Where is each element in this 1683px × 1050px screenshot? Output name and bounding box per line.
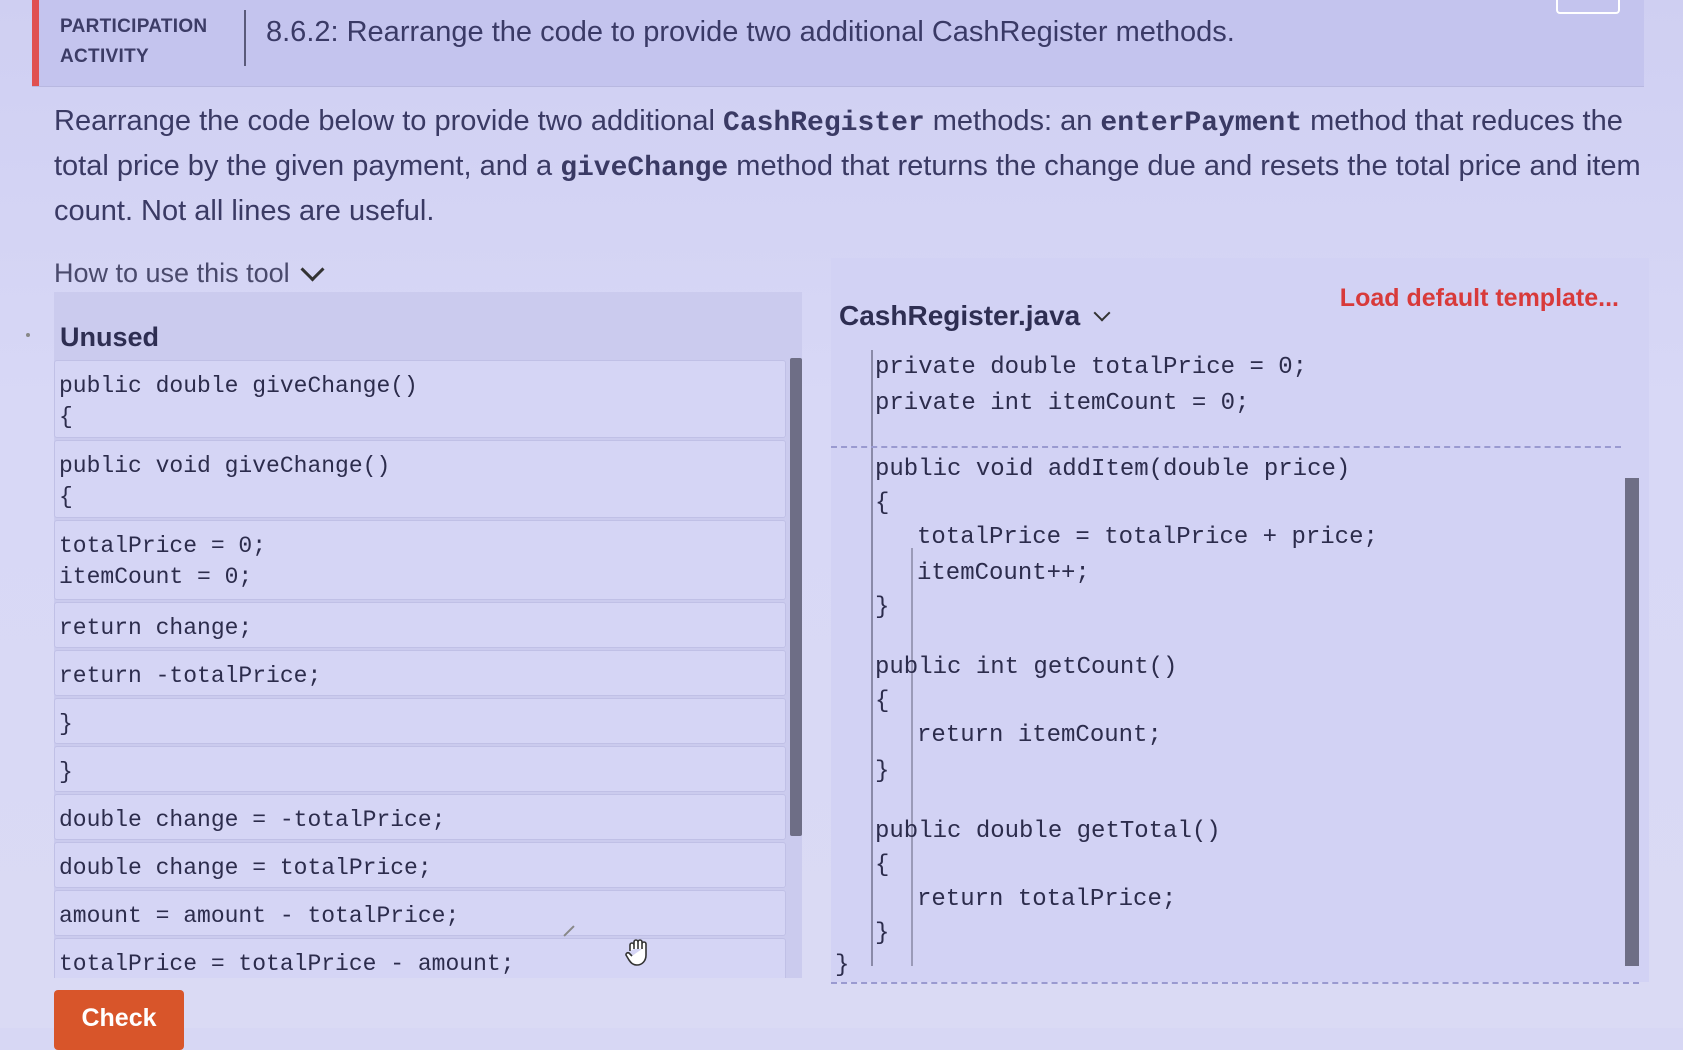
file-name: CashRegister.java xyxy=(839,300,1081,331)
code-line[interactable]: { xyxy=(875,688,889,715)
code-block[interactable]: public void giveChange() { xyxy=(54,440,786,518)
code-block[interactable]: } xyxy=(54,698,786,744)
code-line[interactable]: } xyxy=(875,594,889,621)
indent-guide xyxy=(871,350,873,966)
instructions-text: Rearrange the code below to provide two … xyxy=(54,105,724,137)
header-accent-bar xyxy=(32,0,39,86)
code-line[interactable]: private double totalPrice = 0; xyxy=(875,354,1307,381)
code-block[interactable]: totalPrice = 0; itemCount = 0; xyxy=(54,520,786,600)
how-to-label: How to use this tool xyxy=(54,258,290,288)
unused-title: Unused xyxy=(60,322,160,352)
collapse-toggle[interactable] xyxy=(1556,0,1620,14)
code-block[interactable]: public double giveChange() { xyxy=(54,360,786,438)
code-block[interactable]: amount = amount - totalPrice; xyxy=(54,890,786,936)
activity-header: PARTICIPATION ACTIVITY 8.6.2: Rearrange … xyxy=(32,0,1644,87)
code-line[interactable]: itemCount++; xyxy=(917,560,1090,587)
code-block[interactable]: } xyxy=(54,746,786,792)
activity-type-label: PARTICIPATION ACTIVITY xyxy=(60,12,210,72)
code-line[interactable]: } xyxy=(875,758,889,785)
code-line[interactable]: return itemCount; xyxy=(917,722,1162,749)
code-line[interactable]: public int getCount() xyxy=(875,654,1177,681)
editor-scrollbar[interactable] xyxy=(1625,478,1639,966)
instructions-text: methods: an xyxy=(924,105,1101,137)
code-line[interactable]: totalPrice = totalPrice + price; xyxy=(917,524,1378,551)
grab-cursor-icon xyxy=(625,939,647,966)
header-divider xyxy=(244,10,246,66)
code-line[interactable]: { xyxy=(875,852,889,879)
code-block[interactable]: return -totalPrice; xyxy=(54,650,786,696)
editor-panel: CashRegister.java Load default template.… xyxy=(831,258,1649,984)
file-selector[interactable]: CashRegister.java xyxy=(839,300,1111,332)
indent-guide xyxy=(911,548,913,966)
instructions-code: CashRegister xyxy=(723,108,925,139)
instructions-code: giveChange xyxy=(560,153,729,184)
code-editor-area[interactable]: private double totalPrice = 0; private i… xyxy=(831,348,1639,984)
code-line[interactable]: private int itemCount = 0; xyxy=(875,390,1249,417)
code-block[interactable]: double change = -totalPrice; xyxy=(54,794,786,840)
drop-separator xyxy=(831,446,1621,448)
instructions: Rearrange the code below to provide two … xyxy=(54,100,1654,232)
load-default-template-link[interactable]: Load default template... xyxy=(1340,284,1619,313)
code-line[interactable]: { xyxy=(875,490,889,517)
code-line[interactable]: public double getTotal() xyxy=(875,818,1221,845)
code-line[interactable]: public void addItem(double price) xyxy=(875,456,1350,483)
code-line[interactable]: } xyxy=(835,952,849,979)
instructions-code: enterPayment xyxy=(1100,108,1303,139)
activity-type-line2: ACTIVITY xyxy=(60,46,149,67)
page: PARTICIPATION ACTIVITY 8.6.2: Rearrange … xyxy=(0,0,1683,1050)
code-block[interactable]: totalPrice = totalPrice - amount; xyxy=(54,938,786,978)
side-marker xyxy=(26,333,30,337)
code-line[interactable]: return totalPrice; xyxy=(917,886,1176,913)
unused-scrollbar[interactable] xyxy=(790,358,802,836)
activity-title: 8.6.2: Rearrange the code to provide two… xyxy=(266,16,1235,48)
code-block[interactable]: return change; xyxy=(54,602,786,648)
chevron-down-icon xyxy=(1093,304,1111,322)
unused-panel: Unused public double giveChange() { publ… xyxy=(54,292,802,978)
code-block[interactable]: double change = totalPrice; xyxy=(54,842,786,888)
code-line[interactable]: } xyxy=(875,920,889,947)
activity-type-line1: PARTICIPATION xyxy=(60,16,208,37)
chevron-down-icon xyxy=(300,257,325,282)
how-to-use-toggle[interactable]: How to use this tool xyxy=(54,257,325,289)
check-button[interactable]: Check xyxy=(54,990,184,1050)
